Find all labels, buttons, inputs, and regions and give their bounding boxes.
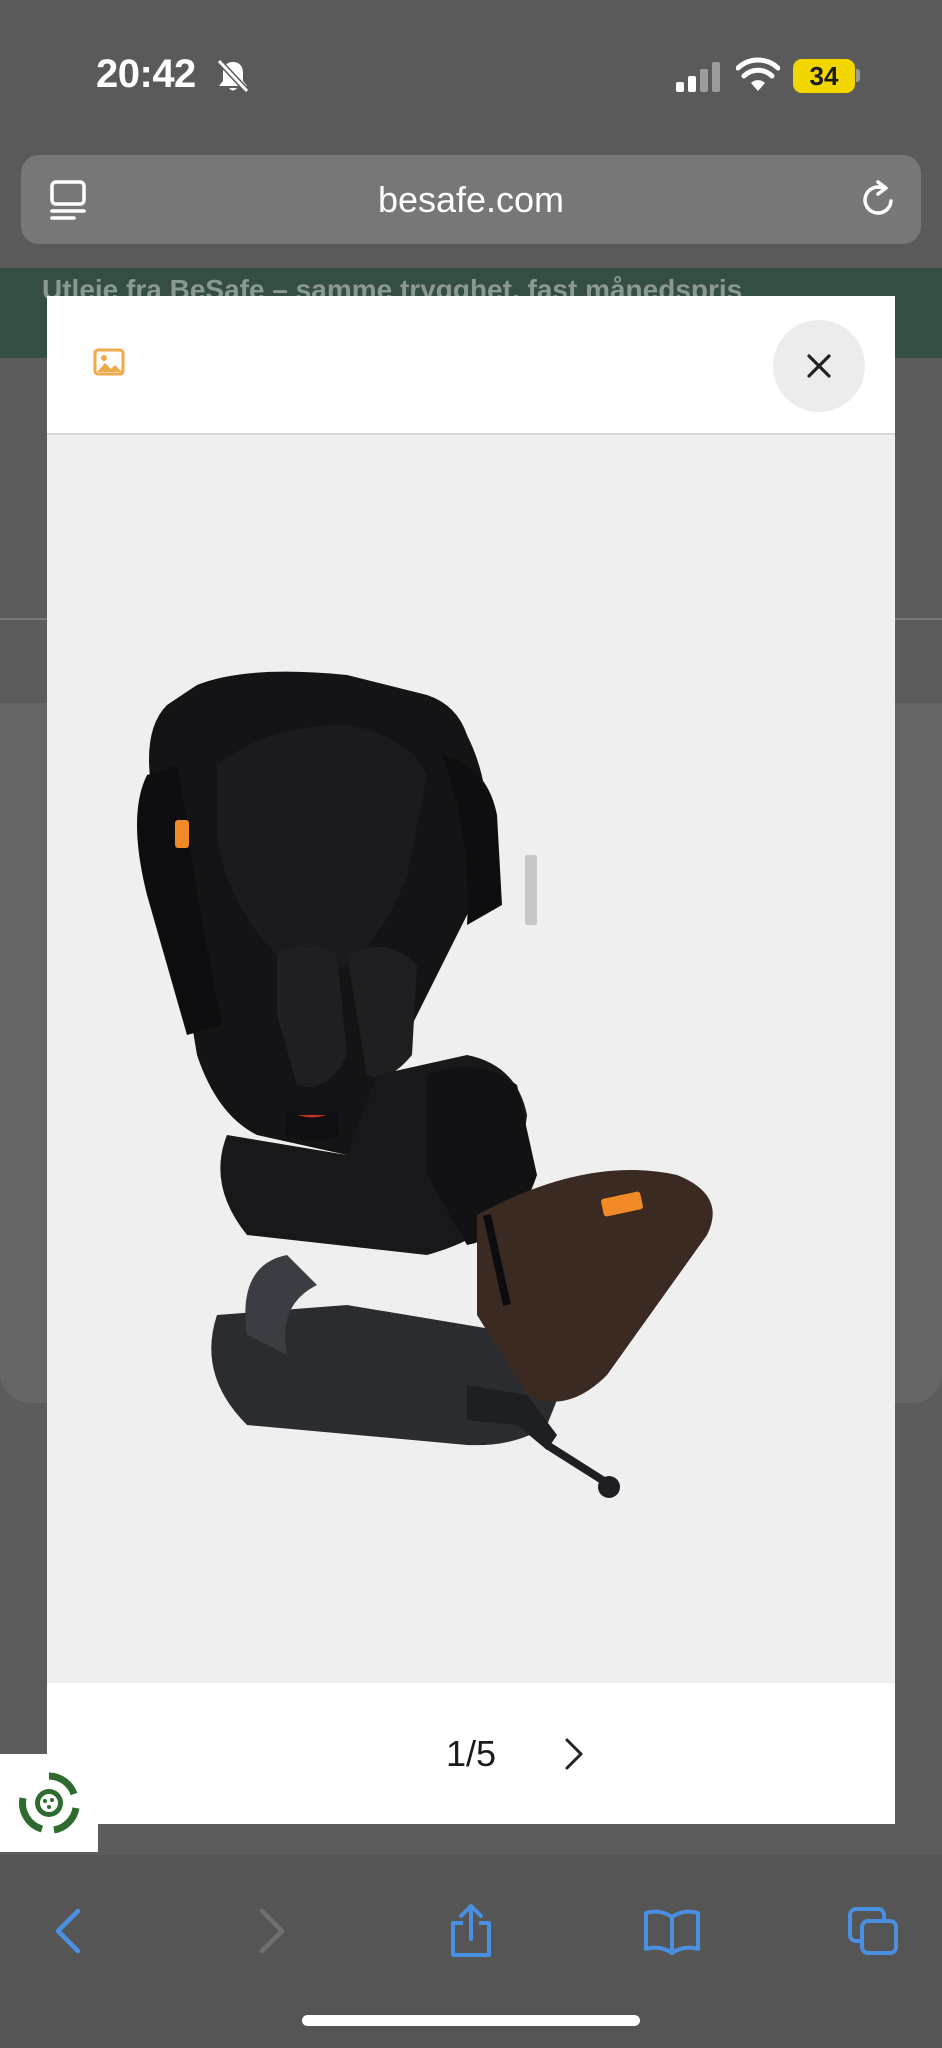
close-icon — [807, 354, 831, 378]
modal-header — [47, 296, 895, 435]
status-time: 20:42 — [96, 52, 196, 96]
chevron-left-icon — [55, 1908, 81, 1954]
tabs-icon — [848, 1907, 898, 1955]
back-button[interactable] — [28, 1891, 108, 1971]
share-icon — [451, 1904, 491, 1957]
product-image-area[interactable] — [47, 435, 895, 1683]
battery-cap — [856, 69, 860, 82]
home-indicator[interactable] — [302, 2015, 640, 2026]
gallery-pager: 1/5 — [47, 1683, 895, 1824]
cellular-signal-icon — [676, 62, 720, 92]
battery-indicator: 34 — [793, 59, 855, 93]
url-text: besafe.com — [377, 179, 565, 220]
bookmarks-button[interactable] — [632, 1891, 712, 1971]
pager-text: 1/5 — [445, 1733, 497, 1774]
address-bar[interactable]: besafe.com — [21, 155, 921, 244]
reload-icon[interactable] — [859, 179, 899, 221]
image-icon — [93, 348, 125, 376]
next-image-button[interactable] — [549, 1729, 599, 1779]
bell-slash-icon — [216, 58, 250, 94]
car-seat-image — [137, 671, 713, 1498]
recycle-icon — [19, 1772, 80, 1834]
book-icon — [644, 1909, 700, 1955]
chevron-right-icon — [259, 1908, 285, 1954]
wifi-icon — [736, 57, 780, 91]
chevron-right-icon — [565, 1738, 583, 1770]
floating-widget-button[interactable] — [0, 1754, 98, 1852]
close-button[interactable] — [773, 320, 865, 412]
battery-level: 34 — [809, 60, 839, 91]
forward-button[interactable] — [232, 1891, 312, 1971]
share-button[interactable] — [431, 1891, 511, 1971]
tabs-button[interactable] — [833, 1891, 913, 1971]
image-gallery-modal: 1/5 — [47, 296, 895, 1824]
